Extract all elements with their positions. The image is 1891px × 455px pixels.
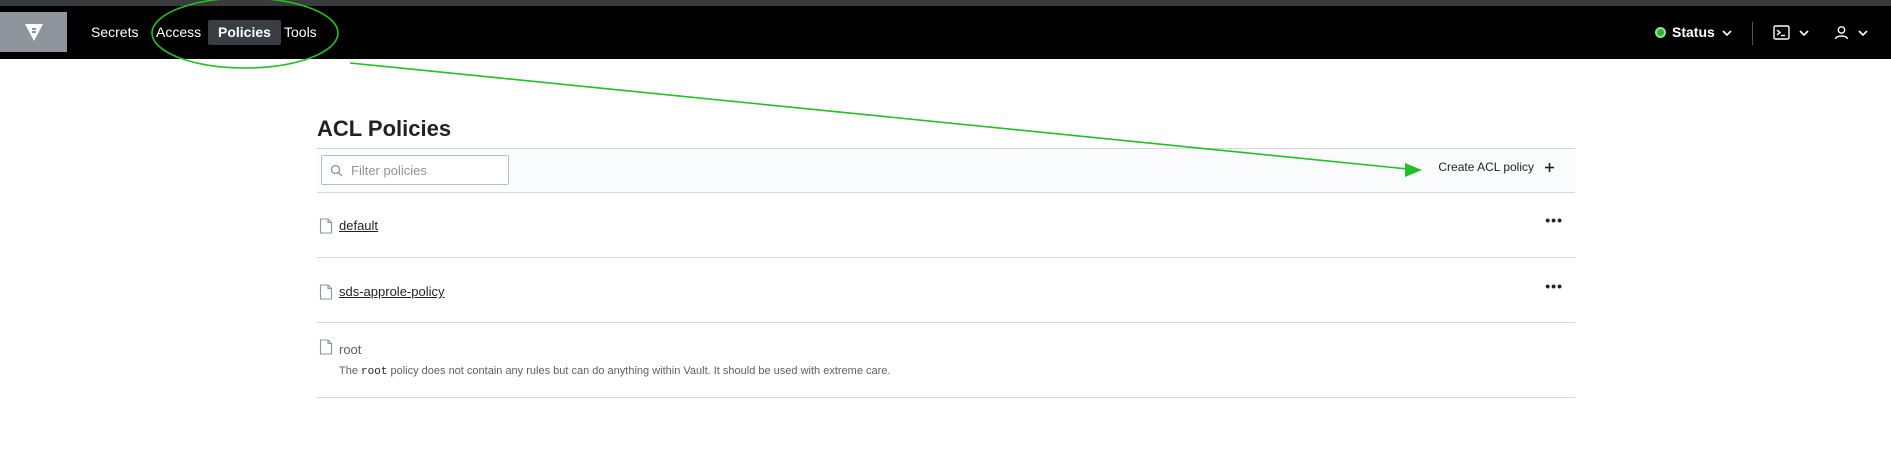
- policy-link-sds-approle-policy[interactable]: sds-approle-policy: [339, 284, 445, 299]
- policy-row-root: root The root policy does not contain an…: [317, 322, 1575, 398]
- user-menu-button[interactable]: [1834, 20, 1869, 45]
- description-text: policy does not contain any rules but ca…: [387, 365, 891, 377]
- vault-logo-icon[interactable]: [0, 12, 67, 52]
- policy-description: The root policy does not contain any rul…: [339, 365, 890, 378]
- file-icon: [319, 284, 333, 300]
- file-icon: [319, 218, 333, 234]
- page-title: ACL Policies: [317, 116, 452, 141]
- policy-name-root: root: [339, 342, 362, 357]
- create-acl-policy-button[interactable]: Create ACL policy: [1438, 160, 1555, 174]
- top-navbar: Secrets Access Policies Tools Status: [0, 6, 1891, 59]
- policies-toolbar: Create ACL policy: [317, 148, 1575, 193]
- policy-row: default •••: [317, 192, 1575, 258]
- filter-policies-input[interactable]: [349, 161, 503, 179]
- filter-policies-field[interactable]: [321, 155, 509, 185]
- chevron-down-icon: [1799, 29, 1809, 36]
- policy-link-default[interactable]: default: [339, 218, 378, 233]
- nav-item-tools[interactable]: Tools: [274, 20, 327, 45]
- nav-divider: [1752, 22, 1753, 45]
- policy-row: sds-approle-policy •••: [317, 257, 1575, 323]
- status-menu-button[interactable]: Status: [1655, 20, 1733, 45]
- user-icon: [1834, 26, 1849, 40]
- console-menu-button[interactable]: [1773, 20, 1810, 45]
- nav-item-policies[interactable]: Policies: [208, 20, 281, 45]
- file-icon: [319, 339, 333, 355]
- more-icon[interactable]: •••: [1545, 212, 1563, 228]
- chevron-down-icon: [1858, 29, 1868, 36]
- description-text: The: [339, 365, 362, 377]
- description-code: root: [361, 366, 388, 378]
- status-label: Status: [1672, 24, 1715, 40]
- plus-icon: [1545, 162, 1554, 172]
- nav-item-access[interactable]: Access: [146, 20, 211, 45]
- nav-item-secrets[interactable]: Secrets: [81, 20, 148, 45]
- search-icon: [330, 164, 343, 176]
- status-indicator-icon: [1655, 27, 1666, 38]
- more-icon[interactable]: •••: [1545, 278, 1563, 294]
- chevron-down-icon: [1722, 29, 1732, 36]
- terminal-icon: [1773, 25, 1790, 40]
- create-acl-policy-label: Create ACL policy: [1438, 160, 1534, 174]
